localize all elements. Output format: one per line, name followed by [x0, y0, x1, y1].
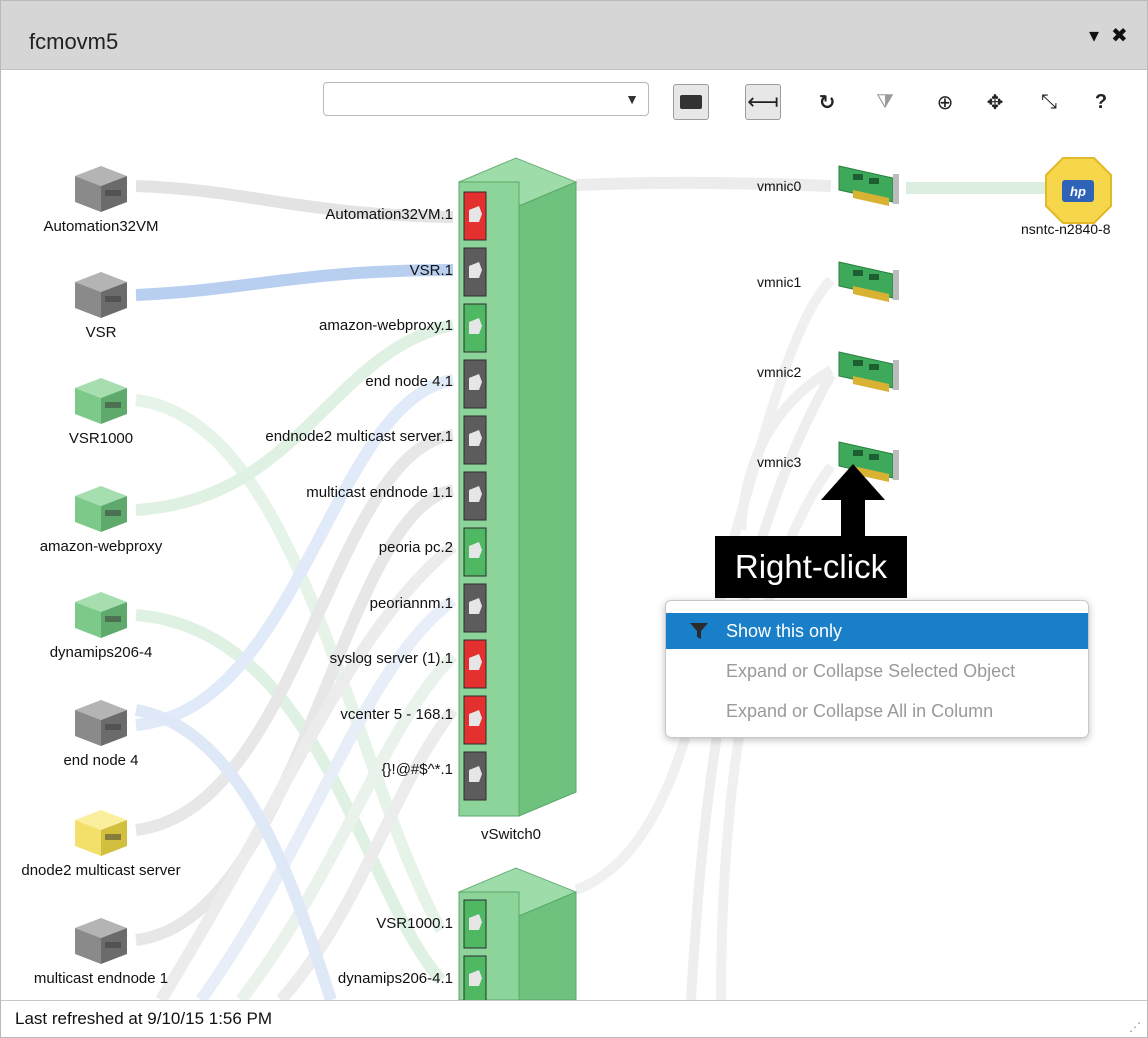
connector-toggle-icon: ⟻: [747, 89, 779, 114]
port-label: end node 4.1: [365, 372, 453, 390]
nic-card[interactable]: [838, 165, 899, 206]
vm-label: VSR1000: [68, 430, 134, 447]
menu-item-expand-collapse-selected[interactable]: Expand or Collapse Selected Object: [666, 653, 1088, 689]
port-label: vcenter 5 - 168.1: [340, 705, 453, 723]
port-label: {}!@#$^*.1: [381, 761, 453, 778]
nic-shapes: [838, 165, 899, 482]
menu-item-expand-collapse-all[interactable]: Expand or Collapse All in Column: [666, 693, 1088, 729]
vm-node[interactable]: end node 4: [1, 696, 201, 769]
vm-node[interactable]: amazon-webproxy: [1, 482, 201, 555]
help-icon: ?: [1094, 90, 1108, 113]
close-icon[interactable]: ✖: [1111, 23, 1128, 48]
vm-cube-icon: [75, 700, 127, 746]
vm-node[interactable]: multicast endnode 1: [1, 914, 201, 987]
connector-toggle-button[interactable]: ⟻: [745, 84, 781, 120]
port-label: peoria pc.2: [378, 539, 453, 556]
topology-window: fcmovm5 ▾ ✖ hp ▼ ⟻ ↻ ⧩ ⊕ ✥ ⤡ ? Automatio…: [0, 0, 1148, 1038]
move-icon: ✥: [986, 91, 1004, 114]
vm-cube-icon: [75, 810, 127, 856]
navigate-icon: ⊕: [936, 91, 954, 114]
menu-item-label: Show this only: [726, 621, 843, 641]
vm-node[interactable]: VSR: [1, 268, 201, 341]
nic-card[interactable]: [838, 351, 899, 392]
vm-label: amazon-webproxy: [39, 538, 163, 555]
help-button[interactable]: ?: [1083, 84, 1119, 120]
port-label: amazon-webproxy.1: [319, 317, 453, 334]
filter-select[interactable]: ▼: [323, 82, 649, 116]
dropdown-icon[interactable]: ▾: [1089, 23, 1099, 48]
vm-label: VSR: [85, 324, 117, 341]
refresh-button[interactable]: ↻: [809, 84, 845, 120]
port-label: VSR1000.1: [376, 915, 453, 932]
menu-item-label: Expand or Collapse All in Column: [726, 701, 994, 721]
host-label: nsntc-n2840-8: [1021, 221, 1111, 237]
context-menu: Show this only Expand or Collapse Select…: [665, 600, 1089, 738]
last-refreshed-text: Last refreshed at 9/10/15 1:56 PM: [15, 1009, 273, 1028]
menu-item-show-this-only[interactable]: Show this only: [666, 613, 1088, 649]
move-button[interactable]: ✥: [977, 84, 1013, 120]
vm-label: end node 4: [63, 752, 139, 769]
status-bar: Last refreshed at 9/10/15 1:56 PM ⋰: [1, 1000, 1147, 1037]
hp-logo-icon: hp: [1070, 184, 1086, 199]
nic-label: vmnic2: [757, 364, 802, 380]
nic-label: vmnic1: [757, 274, 802, 290]
port-label: endnode2 multicast server.1: [265, 428, 453, 445]
menu-item-label: Expand or Collapse Selected Object: [726, 661, 1016, 681]
vm-label: dynamips206-4: [49, 644, 153, 661]
nic-label: vmnic3: [757, 454, 802, 470]
vm-cube-icon: [75, 592, 127, 638]
nic-card[interactable]: [838, 261, 899, 302]
annotation-toggle-button[interactable]: [673, 84, 709, 120]
topology-canvas[interactable]: hp ▼ ⟻ ↻ ⧩ ⊕ ✥ ⤡ ? Automation32VM VSR VS…: [1, 70, 1147, 1000]
right-click-callout: Right-click: [715, 536, 907, 598]
chevron-down-icon[interactable]: ▼: [622, 89, 642, 109]
vm-label: Automation32VM: [43, 218, 159, 235]
vm-node[interactable]: dnode2 multicast server: [1, 806, 201, 879]
resize-grip-icon[interactable]: ⋰: [1129, 1020, 1141, 1034]
vm-label: multicast endnode 1: [33, 970, 169, 987]
vswitch0-label: vSwitch0: [481, 826, 542, 843]
port-label: peoriannm.1: [369, 594, 453, 612]
clear-filter-icon: ⧩: [876, 90, 894, 113]
vm-node[interactable]: dynamips206-4: [1, 588, 201, 661]
vm-label: dnode2 multicast server: [21, 862, 181, 879]
port-label: multicast endnode 1.1: [306, 483, 453, 501]
vm-cube-icon: [75, 486, 127, 532]
vm-cube-icon: [75, 378, 127, 424]
window-title: fcmovm5: [29, 29, 119, 54]
port-label: Automation32VM.1: [325, 206, 453, 223]
vm-node[interactable]: VSR1000: [1, 374, 201, 447]
clear-filter-button[interactable]: ⧩: [867, 84, 903, 120]
vswitch0-ports: [463, 191, 487, 801]
collapse-icon: ⤡: [1041, 90, 1057, 113]
collapse-button[interactable]: ⤡: [1031, 84, 1067, 120]
navigate-button[interactable]: ⊕: [927, 84, 963, 120]
port-label: dynamips206-4.1: [337, 970, 453, 987]
host-node[interactable]: hp: [1045, 157, 1112, 224]
port-label: syslog server (1).1: [329, 650, 453, 667]
nic-label: vmnic0: [757, 178, 802, 194]
vm-node[interactable]: Automation32VM: [1, 162, 201, 235]
window-titlebar: fcmovm5 ▾ ✖: [1, 1, 1147, 70]
vm-cube-icon: [75, 166, 127, 212]
vm-cube-icon: [75, 272, 127, 318]
vm-cube-icon: [75, 918, 127, 964]
port-label: VSR.1: [409, 261, 453, 279]
refresh-icon: ↻: [818, 91, 836, 114]
filter-icon: [690, 623, 708, 639]
annotation-toggle-icon: [680, 95, 702, 109]
